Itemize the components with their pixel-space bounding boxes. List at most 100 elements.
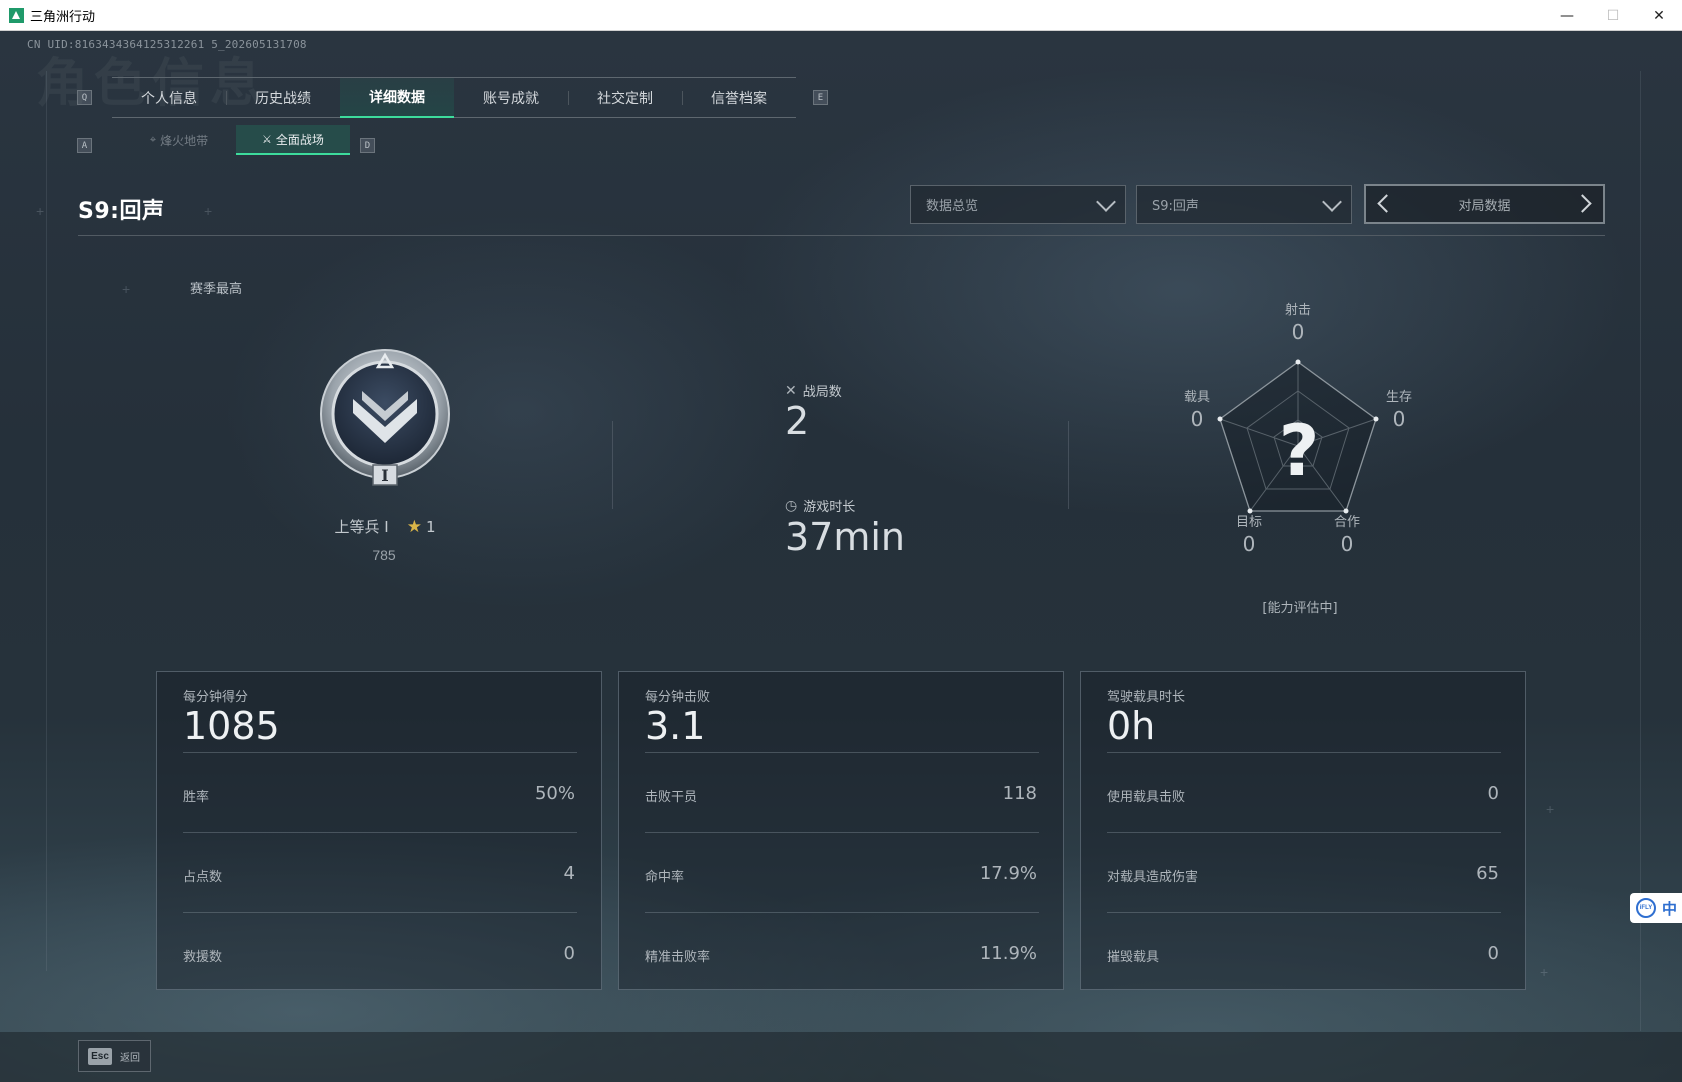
tab-achievements[interactable]: 账号成就 <box>454 78 568 118</box>
subtab-operations-label: 烽火地带 <box>160 133 209 148</box>
subtab-operations[interactable]: ⌖ 烽火地带 <box>122 125 236 155</box>
card-row-value: 4 <box>563 863 575 884</box>
card-row-label: 击败干员 <box>645 790 698 805</box>
prev-subtab-keyhint: A <box>77 138 92 153</box>
next-tab-keyhint: E <box>813 90 828 105</box>
card-row-label: 摧毁载具 <box>1107 950 1160 965</box>
subtab-warfare[interactable]: ⚔ 全面战场 <box>236 125 350 155</box>
rank-emblem-icon: I <box>320 349 450 486</box>
season-select-value: S9:回声 <box>1152 199 1199 214</box>
rank-score: 785 <box>372 547 396 563</box>
radar-value-shooting: 0 <box>1291 320 1305 344</box>
radar-value-teamwork: 0 <box>1340 532 1354 556</box>
decor-cross: + <box>1540 964 1549 980</box>
tab-match-history[interactable]: 历史战绩 <box>226 78 340 118</box>
window-title: 三角洲行动 <box>30 9 96 25</box>
rank-name: 上等兵 I <box>334 518 389 536</box>
card-row-label: 占点数 <box>183 870 223 885</box>
battlefield-icon: ⚔ <box>262 132 272 146</box>
season-high-label: 赛季最高 <box>190 282 243 297</box>
close-window-button[interactable]: ✕ <box>1636 0 1682 31</box>
radar-value-survival: 0 <box>1392 407 1406 431</box>
back-button[interactable]: Esc 返回 <box>78 1040 151 1072</box>
maximize-button[interactable]: ☐ <box>1590 0 1636 31</box>
card-row-label: 命中率 <box>645 870 685 885</box>
decor-cross: + <box>204 203 213 219</box>
card-divider <box>1107 912 1501 913</box>
footer-bar <box>0 1032 1682 1082</box>
minimize-button[interactable]: — <box>1544 0 1590 31</box>
star-icon: ★ <box>406 516 422 537</box>
back-label: 返回 <box>120 1052 140 1064</box>
pager-label: 对局数据 <box>1458 198 1511 214</box>
card-row-label: 胜率 <box>183 790 210 805</box>
radar-value-objective: 0 <box>1242 532 1256 556</box>
crosshair-icon: ⌖ <box>149 133 157 146</box>
card-header-value: 3.1 <box>645 704 706 748</box>
decor-cross: + <box>36 203 45 219</box>
season-select[interactable]: S9:回声 <box>1136 185 1352 224</box>
radar-label-shooting: 射击 <box>1284 303 1311 318</box>
ime-mode-label: 中 <box>1662 899 1678 918</box>
matches-value: 2 <box>785 399 810 443</box>
subtab-warfare-label: 全面战场 <box>275 132 324 147</box>
card-divider <box>1107 832 1501 833</box>
next-subtab-keyhint: D <box>360 138 375 153</box>
season-title: S9:回声 <box>78 199 165 224</box>
radar-label-survival: 生存 <box>1385 390 1412 405</box>
card-divider <box>645 832 1039 833</box>
tab-personal-info[interactable]: 个人信息 <box>112 78 226 118</box>
card-row-value: 0 <box>1487 943 1499 964</box>
window-controls: — ☐ ✕ <box>1544 0 1682 31</box>
stopwatch-icon: ◷ <box>785 497 798 514</box>
stats-card-kills: 每分钟击败 3.1 击败干员 118 命中率 17.9% 精准击败率 11.9% <box>618 671 1064 990</box>
chevron-down-icon <box>1096 192 1116 212</box>
card-divider <box>645 752 1039 753</box>
radar-value-vehicle: 0 <box>1190 407 1204 431</box>
card-row-value: 0 <box>1487 783 1499 804</box>
main-tabs: 个人信息 历史战绩 详细数据 账号成就 社交定制 信誉档案 <box>112 77 796 118</box>
header-divider <box>78 235 1605 236</box>
radar-label-vehicle: 载具 <box>1183 390 1210 405</box>
view-select[interactable]: 数据总览 <box>910 185 1126 224</box>
data-pager: 对局数据 <box>1364 184 1605 224</box>
decor-line <box>1640 71 1641 1031</box>
card-header-value: 1085 <box>183 704 280 748</box>
card-divider <box>1107 752 1501 753</box>
card-header-value: 0h <box>1107 704 1156 748</box>
card-row-value: 65 <box>1476 863 1499 884</box>
stats-card-score: 每分钟得分 1085 胜率 50% 占点数 4 救援数 0 <box>156 671 602 990</box>
esc-keycap: Esc <box>88 1047 112 1065</box>
decor-line <box>46 71 47 971</box>
card-row-label: 对载具造成伤害 <box>1107 870 1199 885</box>
decor-cross: + <box>122 281 131 297</box>
card-divider <box>183 832 577 833</box>
section-divider <box>612 421 613 509</box>
card-divider <box>183 752 577 753</box>
prev-arrow-button[interactable] <box>1377 194 1396 213</box>
section-divider <box>1068 421 1069 509</box>
prev-tab-keyhint: Q <box>77 90 92 105</box>
view-select-value: 数据总览 <box>926 199 979 214</box>
radar-label-teamwork: 合作 <box>1333 515 1360 530</box>
playtime-value: 37min <box>785 515 906 559</box>
card-row-label: 精准击败率 <box>645 950 711 965</box>
tab-social-custom[interactable]: 社交定制 <box>568 78 682 118</box>
card-row-label: 救援数 <box>183 950 223 965</box>
card-divider <box>645 912 1039 913</box>
card-row-value: 118 <box>1002 783 1037 804</box>
card-divider <box>183 912 577 913</box>
mode-subtabs: ⌖ 烽火地带 ⚔ 全面战场 <box>122 125 350 155</box>
tab-detailed-data[interactable]: 详细数据 <box>340 78 454 118</box>
ime-indicator[interactable]: iFLY 中 <box>1630 893 1682 923</box>
tab-credit-record[interactable]: 信誉档案 <box>682 78 796 118</box>
window-titlebar: 三角洲行动 — ☐ ✕ <box>0 0 1682 31</box>
next-arrow-button[interactable] <box>1573 194 1592 213</box>
rank-name-row: 上等兵 I ★ 1 <box>320 516 450 537</box>
card-header-label: 每分钟击败 <box>645 690 711 705</box>
radar-label-objective: 目标 <box>1235 515 1262 530</box>
card-row-value: 50% <box>534 783 575 804</box>
stats-card-vehicle: 驾驶载具时长 0h 使用载具击败 0 对载具造成伤害 65 摧毁载具 0 <box>1080 671 1526 990</box>
svg-text:I: I <box>381 466 388 485</box>
game-screen: 角色信息 CN UID:8163434364125312261 5_202605… <box>0 31 1682 1082</box>
